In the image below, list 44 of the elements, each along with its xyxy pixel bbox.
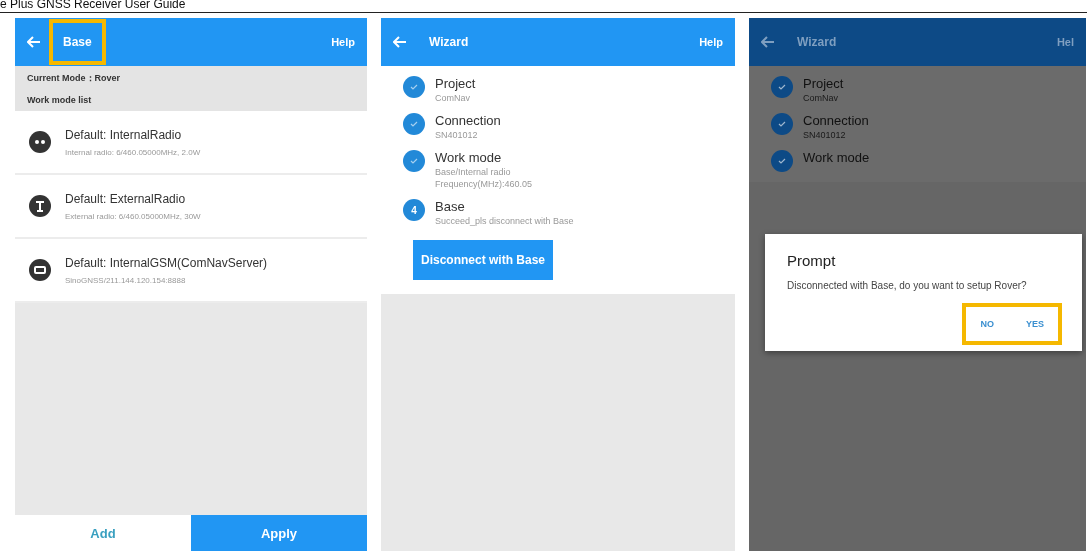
work-mode-item[interactable]: Default: InternalGSM(ComNavServer) SinoGNSS/211.144.120.154:8888	[15, 239, 367, 303]
dialog-title: Prompt	[787, 252, 837, 269]
help-link[interactable]: Help	[699, 36, 723, 48]
current-mode-label: Current Mode：Rover	[27, 72, 121, 85]
screen-title: Base	[49, 19, 106, 65]
mode-title: Default: ExternalRadio	[65, 191, 187, 206]
step-detail: ComNav	[803, 93, 839, 103]
step-title: Project	[435, 76, 476, 91]
dialog-button[interactable]: NO	[978, 317, 996, 331]
mode-title: Default: InternalGSM(ComNavServer)	[65, 255, 268, 270]
step-detail: ComNav	[435, 93, 471, 103]
work-mode-item[interactable]: Default: InternalRadio Internal radio: 6/460.05000MHz, 2.0W	[15, 111, 367, 175]
screen-title: Wizard	[796, 34, 838, 51]
step-detail: Base/Internal radio	[435, 167, 512, 177]
document-header: e Plus GNSS Receiver User Guide	[0, 0, 186, 9]
step-title: Connection	[803, 113, 869, 128]
dialog-button[interactable]: YES	[1024, 317, 1046, 331]
mode-icon	[29, 131, 51, 153]
screen-title: Wizard	[428, 34, 470, 51]
step-detail: SN401012	[803, 130, 847, 140]
mode-detail: External radio: 6/460.05000MHz, 30W	[65, 211, 201, 221]
back-arrow-icon[interactable]	[761, 36, 775, 48]
dialog-message: Disconnected with Base, do you want to setup Rover?	[787, 279, 1028, 293]
list-heading: Work mode list	[27, 95, 93, 105]
mode-detail: SinoGNSS/211.144.120.154:8888	[65, 275, 187, 285]
step-title: Connection	[435, 113, 501, 128]
mode-detail: Internal radio: 6/460.05000MHz, 2.0W	[65, 147, 201, 157]
mode-title: Default: InternalRadio	[65, 127, 183, 142]
disconnect-button[interactable]: Disconnect with Base	[413, 240, 554, 280]
step-detail: SN401012	[435, 130, 479, 140]
work-mode-item[interactable]: Default: ExternalRadio External radio: 6/460.05000MHz, 30W	[15, 175, 367, 239]
apply-button[interactable]: Apply	[191, 515, 367, 551]
help-link[interactable]: Help	[331, 36, 355, 48]
step-title: Project	[803, 76, 844, 91]
step-detail: Succeed_pls disconnect with Base	[435, 216, 574, 226]
step-number: 4	[403, 199, 425, 221]
add-button[interactable]: Add	[15, 515, 191, 551]
mode-icon	[29, 195, 51, 217]
help-link[interactable]: Hel	[1056, 36, 1074, 48]
step-title: Work mode	[435, 150, 503, 165]
step-title: Base	[435, 199, 466, 214]
step-title: Work mode	[803, 150, 870, 165]
step-detail: Frequency(MHz):460.05	[435, 179, 533, 189]
mode-icon	[29, 259, 51, 281]
